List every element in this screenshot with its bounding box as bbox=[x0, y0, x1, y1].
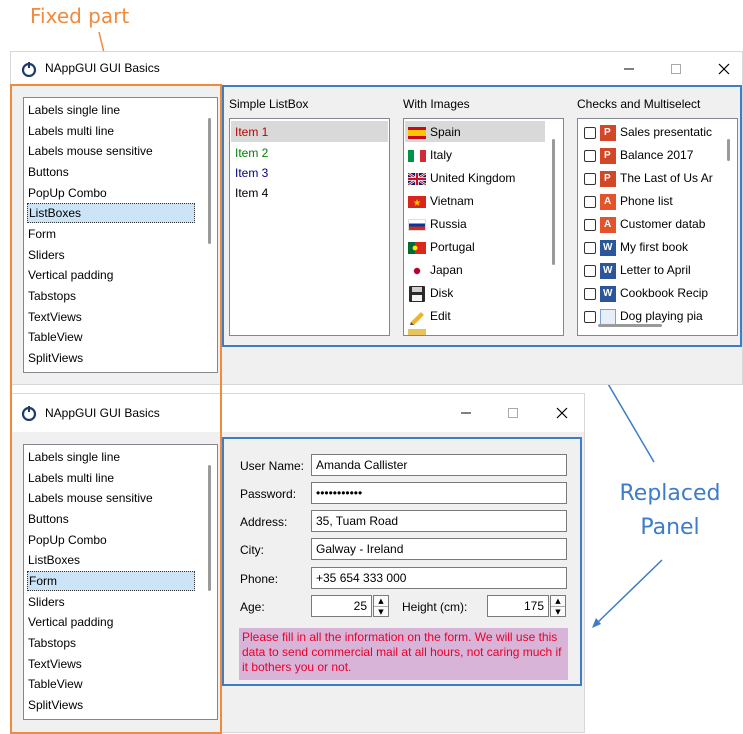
top-titlebar: NAppGUI GUI Basics bbox=[11, 52, 742, 86]
maximize-button[interactable] bbox=[656, 56, 696, 82]
minimize-icon bbox=[461, 412, 471, 414]
minimize-icon bbox=[624, 68, 634, 70]
panel-label: Panel bbox=[640, 515, 700, 540]
close-button[interactable] bbox=[542, 400, 582, 426]
replaced-label: Replaced bbox=[619, 481, 721, 506]
replaced-panel-highlight-bottom bbox=[222, 437, 582, 686]
minimize-button[interactable] bbox=[446, 400, 486, 426]
replaced-panel-highlight-top bbox=[222, 85, 742, 347]
maximize-icon bbox=[508, 408, 518, 418]
close-icon bbox=[718, 63, 730, 75]
app-icon bbox=[21, 62, 37, 77]
fixed-part-annotation: Fixed part bbox=[30, 4, 130, 28]
window-title: NAppGUI GUI Basics bbox=[45, 61, 160, 75]
close-icon bbox=[556, 407, 568, 419]
fixed-part-highlight bbox=[10, 84, 222, 734]
maximize-icon bbox=[671, 64, 681, 74]
close-button[interactable] bbox=[704, 56, 743, 82]
maximize-button[interactable] bbox=[493, 400, 533, 426]
minimize-button[interactable] bbox=[609, 56, 649, 82]
replaced-panel-annotation: Replaced Panel bbox=[605, 477, 735, 545]
